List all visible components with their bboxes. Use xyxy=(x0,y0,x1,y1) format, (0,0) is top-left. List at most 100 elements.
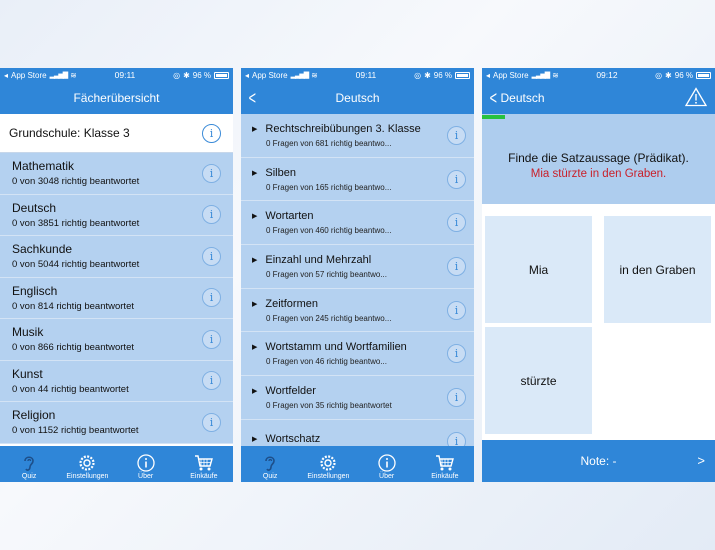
screen-deutsch-topics: ◂ App Store ▂▃▅▇ ≋ 09:11 ◎ ✱ 96 % < Deut… xyxy=(241,68,474,482)
info-icon[interactable]: i xyxy=(202,288,221,308)
bluetooth-icon: ✱ xyxy=(183,70,190,80)
tab-about[interactable]: Über xyxy=(358,454,416,480)
subject-item-englisch[interactable]: Englisch 0 von 814 richtig beantwortet i xyxy=(0,277,233,319)
grade-header[interactable]: Grundschule: Klasse 3 i xyxy=(0,114,233,153)
battery-icon xyxy=(695,71,711,79)
disclosure-icon: ▶ xyxy=(252,387,258,395)
tab-label: Einstellungen xyxy=(66,473,109,480)
topic-item[interactable]: ▶ Einzahl und Mehrzahl 0 Fragen von 57 ri… xyxy=(241,245,474,289)
answer-button[interactable]: in den Graben xyxy=(604,216,711,323)
info-icon[interactable]: i xyxy=(202,246,221,266)
tab-purchases[interactable]: Einkäufe xyxy=(175,454,233,480)
warning-icon[interactable] xyxy=(685,87,707,107)
gear-icon xyxy=(320,455,336,471)
subject-name: Kunst xyxy=(12,366,43,381)
chevron-left-icon: < xyxy=(248,88,256,108)
info-icon[interactable]: i xyxy=(447,300,466,320)
tab-quiz[interactable]: Quiz xyxy=(241,454,299,480)
info-icon[interactable]: i xyxy=(202,123,221,143)
grade-label: Grundschule: Klasse 3 xyxy=(9,126,130,140)
tab-quiz[interactable]: Quiz xyxy=(0,454,58,480)
subject-item-musik[interactable]: Musik 0 von 866 richtig beantwortet i xyxy=(0,319,233,361)
back-label: Deutsch xyxy=(500,91,545,105)
topic-name: Silben xyxy=(265,166,296,179)
subject-list: Mathematik 0 von 3048 richtig beantworte… xyxy=(0,153,233,444)
chevron-left-icon: < xyxy=(489,88,497,108)
tab-about[interactable]: Über xyxy=(117,454,175,480)
back-button[interactable]: < Deutsch xyxy=(488,82,545,114)
disclosure-icon: ▶ xyxy=(252,125,258,133)
clock: 09:11 xyxy=(355,70,377,80)
topic-item[interactable]: ▶ Wortarten 0 Fragen von 460 richtig bean… xyxy=(241,201,474,246)
subject-name: Sachkunde xyxy=(12,242,73,257)
disclosure-icon: ▶ xyxy=(252,256,258,264)
answer-button[interactable]: Mia xyxy=(485,216,592,323)
info-icon[interactable]: i xyxy=(447,256,466,276)
status-bar: ◂ App Store ▂▃▅▇ ≋ 09:12 ◎ ✱ 96 % xyxy=(482,68,715,82)
bluetooth-icon: ✱ xyxy=(665,70,672,80)
subject-item-kunst[interactable]: Kunst 0 von 44 richtig beantwortet i xyxy=(0,360,233,402)
topic-item[interactable]: ▶ Wortstamm und Wortfamilien 0 Fragen von… xyxy=(241,332,474,377)
answer-button[interactable]: stürzte xyxy=(485,327,592,434)
info-icon[interactable]: i xyxy=(447,169,466,189)
info-icon xyxy=(136,454,155,472)
cart-icon xyxy=(194,455,213,471)
topic-name: Einzahl und Mehrzahl xyxy=(265,253,372,266)
topic-item[interactable]: ▶ Zeitformen 0 Fragen von 245 richtig bea… xyxy=(241,288,474,333)
signal-icon: ▂▃▅▇ xyxy=(531,72,551,79)
info-icon[interactable]: i xyxy=(202,371,221,391)
back-button[interactable]: < xyxy=(247,82,260,114)
progress-fill xyxy=(482,115,506,119)
subject-item-religion[interactable]: Religion 0 von 1152 richtig beantwortet … xyxy=(0,402,233,444)
apple-icon: ◂ xyxy=(4,70,9,80)
gear-icon xyxy=(79,455,95,471)
signal-icon: ▂▃▅▇ xyxy=(49,72,69,79)
progress-bar xyxy=(482,114,715,126)
info-icon[interactable]: i xyxy=(202,329,221,349)
info-icon[interactable]: i xyxy=(202,205,221,225)
disclosure-icon: ▶ xyxy=(252,213,258,221)
subject-progress: 0 von 44 richtig beantwortet xyxy=(12,383,129,395)
location-icon: ◎ xyxy=(655,70,663,80)
tab-settings[interactable]: Einstellungen xyxy=(58,454,116,480)
tab-label: Einkäufe xyxy=(190,473,218,480)
tab-label: Einkäufe xyxy=(431,473,459,480)
battery-icon xyxy=(455,71,470,79)
topic-item[interactable]: ▶ Silben 0 Fragen von 165 richtig beantwo… xyxy=(241,157,474,202)
screen-subject-overview: ◂ App Store ▂▃▅▇ ≋ 09:11 ◎ ✱ 96 % Fächer… xyxy=(0,68,233,482)
page-title: Deutsch xyxy=(335,91,380,105)
clock: 09:12 xyxy=(596,70,618,80)
ear-icon xyxy=(24,456,34,471)
info-icon[interactable]: i xyxy=(202,163,221,183)
next-button[interactable]: > xyxy=(697,453,705,468)
topic-name: Zeitformen xyxy=(265,297,318,310)
info-icon[interactable]: i xyxy=(202,412,221,432)
clock: 09:11 xyxy=(114,70,136,80)
signal-icon: ▂▃▅▇ xyxy=(290,72,310,79)
location-icon: ◎ xyxy=(173,70,181,80)
info-icon[interactable]: i xyxy=(447,125,466,145)
disclosure-icon: ▶ xyxy=(252,344,258,352)
status-bar: ◂ App Store ▂▃▅▇ ≋ 09:11 ◎ ✱ 96 % xyxy=(241,68,474,82)
info-icon[interactable]: i xyxy=(447,344,466,364)
topic-name: Wortarten xyxy=(265,210,314,223)
subject-name: Deutsch xyxy=(12,200,57,215)
info-icon xyxy=(377,454,396,472)
topic-name: Wortschatz xyxy=(265,433,321,446)
info-icon[interactable]: i xyxy=(447,213,466,233)
tab-purchases[interactable]: Einkäufe xyxy=(416,454,474,480)
topic-item[interactable]: ▶ Rechtschreibübungen 3. Klasse 0 Fragen … xyxy=(241,114,474,158)
subject-item-deutsch[interactable]: Deutsch 0 von 3851 richtig beantwortet i xyxy=(0,194,233,236)
nav-bar: Fächerübersicht xyxy=(0,82,233,114)
topic-progress: 0 Fragen von 46 richtig beantwo... xyxy=(266,357,387,367)
topic-item[interactable]: ▶ Wortfelder 0 Fragen von 35 richtig bean… xyxy=(241,376,474,420)
info-icon[interactable]: i xyxy=(447,387,466,407)
tab-label: Einstellungen xyxy=(307,473,350,480)
subject-item-mathematik[interactable]: Mathematik 0 von 3048 richtig beantworte… xyxy=(0,153,233,195)
subject-progress: 0 von 3851 richtig beantwortet xyxy=(12,217,140,229)
tab-settings[interactable]: Einstellungen xyxy=(299,454,357,480)
disclosure-icon: ▶ xyxy=(252,300,258,308)
subject-item-sachkunde[interactable]: Sachkunde 0 von 5044 richtig beantwortet… xyxy=(0,236,233,278)
wifi-icon: ≋ xyxy=(311,70,318,80)
nav-bar: < Deutsch xyxy=(482,82,715,114)
